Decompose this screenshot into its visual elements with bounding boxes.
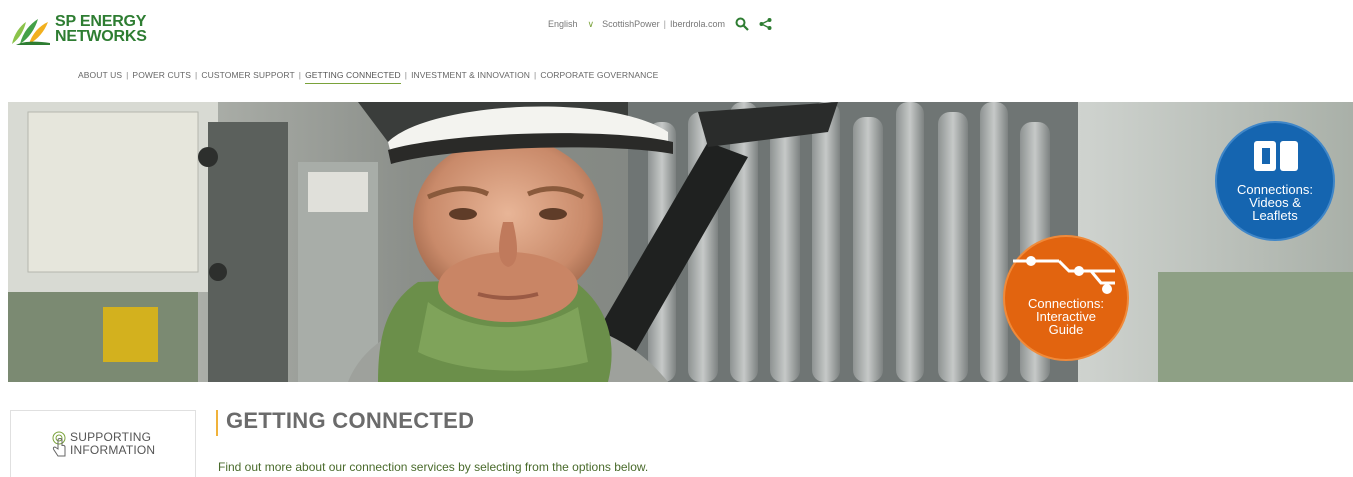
logo-leaves-icon (12, 19, 50, 45)
title-accent-bar (216, 410, 218, 436)
video-leaflet-icon (1254, 141, 1298, 171)
sidebar-label-line-2: INFORMATION (70, 443, 156, 457)
logo-line-1: SP ENERGY (55, 13, 147, 30)
pointer-hand-icon (52, 431, 66, 457)
logo-wordmark: SP ENERGY NETWORKS (55, 13, 147, 45)
circuit-icon (1013, 256, 1115, 294)
nav-investment-innovation[interactable]: INVESTMENT & INNOVATION (411, 70, 530, 84)
hero-engineer-photo (8, 102, 1353, 382)
nav-about-us[interactable]: ABOUT US (78, 70, 122, 84)
sp-energy-logo[interactable]: SP ENERGY NETWORKS (10, 14, 147, 46)
supporting-information-link[interactable]: SUPPORTING INFORMATION (51, 431, 155, 459)
nav-power-cuts[interactable]: POWER CUTS (132, 70, 191, 84)
divider: | (126, 70, 129, 80)
badge-line: Leaflets (1252, 208, 1298, 223)
logo-line-2: NETWORKS (55, 28, 147, 45)
interactive-guide-badge[interactable]: Connections: Interactive Guide (1003, 235, 1129, 361)
divider: | (404, 70, 408, 80)
chevron-down-icon[interactable]: ∨ (588, 19, 595, 30)
videos-leaflets-badge[interactable]: Connections: Videos & Leaflets (1215, 121, 1335, 241)
divider: | (663, 19, 666, 29)
badge-line: Guide (1048, 322, 1084, 337)
utility-bar: English ∨ ScottishPower | Iberdrola.com (548, 17, 772, 31)
nav-getting-connected[interactable]: GETTING CONNECTED (305, 70, 401, 84)
iberdrola-link[interactable]: Iberdrola.com (670, 19, 725, 29)
divider: | (195, 70, 198, 80)
divider: | (298, 70, 302, 80)
page-title: GETTING CONNECTED (226, 408, 475, 433)
scottishpower-link[interactable]: ScottishPower (602, 19, 660, 29)
search-icon[interactable] (735, 17, 749, 31)
intro-text: Find out more about our connection servi… (218, 460, 649, 474)
nav-customer-support[interactable]: CUSTOMER SUPPORT (201, 70, 294, 84)
supporting-information-box: SUPPORTING INFORMATION (10, 410, 196, 477)
language-selector[interactable]: English (548, 19, 578, 29)
share-icon[interactable] (759, 18, 772, 30)
nav-corporate-governance[interactable]: CORPORATE GOVERNANCE (540, 70, 658, 84)
hero-banner: Connections: Interactive Guide Connectio… (8, 102, 1353, 382)
main-nav: ABOUT US | POWER CUTS | CUSTOMER SUPPORT… (78, 70, 658, 84)
divider: | (534, 70, 537, 80)
